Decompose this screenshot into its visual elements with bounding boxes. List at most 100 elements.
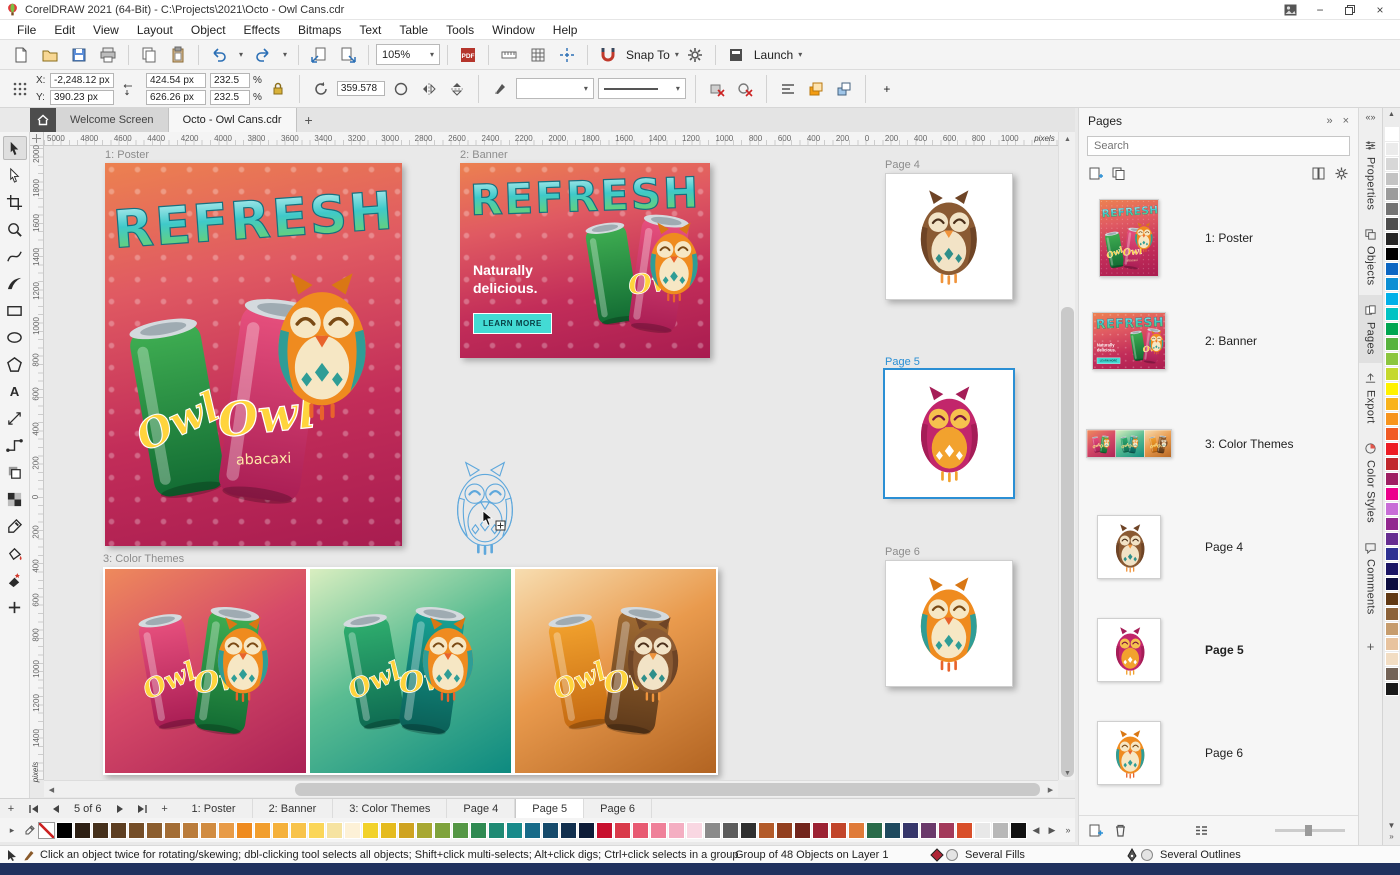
color-swatch[interactable] xyxy=(1384,607,1399,621)
color-swatch[interactable] xyxy=(326,821,343,839)
open-document-button[interactable] xyxy=(37,43,63,67)
line-style-select[interactable]: ▾ xyxy=(597,78,686,99)
add-page-after-button[interactable]: + xyxy=(154,799,176,818)
color-swatch[interactable] xyxy=(560,821,577,839)
color-swatch[interactable] xyxy=(344,821,361,839)
color-swatch[interactable] xyxy=(182,821,199,839)
color-swatch[interactable] xyxy=(452,821,469,839)
docker-tab-comments[interactable]: Comments xyxy=(1359,532,1382,624)
palette-expand[interactable]: » xyxy=(1060,820,1076,840)
learn-more-button[interactable]: LEARN MORE xyxy=(1096,357,1121,364)
remove-outline-button[interactable] xyxy=(733,78,757,100)
color-swatch[interactable] xyxy=(974,821,991,839)
delete-page-icon[interactable] xyxy=(1113,823,1128,838)
print-button[interactable] xyxy=(95,43,121,67)
docker-flyout-icon[interactable]: » xyxy=(1326,115,1332,127)
page-tab-3-color-themes[interactable]: 3: Color Themes xyxy=(333,799,448,818)
color-swatch[interactable] xyxy=(1384,457,1399,471)
pages-list-item[interactable]: Page 4 xyxy=(1079,495,1358,598)
color-swatch[interactable] xyxy=(1384,472,1399,486)
close-button[interactable]: × xyxy=(1366,1,1394,19)
page-tab-page-4[interactable]: Page 4 xyxy=(447,799,516,818)
no-color-swatch[interactable] xyxy=(38,821,55,839)
pages-list-item[interactable]: REFRESHOwlNaturallydelicious.LEARN MORE2… xyxy=(1079,289,1358,392)
horizontal-scroll-thumb[interactable] xyxy=(295,783,1040,796)
pick-tool[interactable] xyxy=(2,136,27,160)
color-swatch[interactable] xyxy=(362,821,379,839)
color-swatch[interactable] xyxy=(1384,397,1399,411)
color-swatch[interactable] xyxy=(272,821,289,839)
remove-fill-button[interactable] xyxy=(705,78,729,100)
duplicate-page-icon[interactable] xyxy=(1111,166,1126,181)
color-swatch[interactable] xyxy=(92,821,109,839)
palette-scroll-up[interactable]: ▲ xyxy=(1388,111,1395,123)
color-swatch[interactable] xyxy=(902,821,919,839)
color-swatch[interactable] xyxy=(74,821,91,839)
transparency-tool[interactable] xyxy=(3,487,27,511)
next-page-button[interactable] xyxy=(110,799,132,818)
color-swatch[interactable] xyxy=(1384,622,1399,636)
export-button[interactable] xyxy=(335,43,361,67)
rectangle-tool[interactable] xyxy=(3,298,27,322)
ruler-origin[interactable] xyxy=(30,132,44,146)
color-swatch[interactable] xyxy=(812,821,829,839)
menu-object[interactable]: Object xyxy=(182,21,235,39)
color-swatch[interactable] xyxy=(830,821,847,839)
menu-text[interactable]: Text xyxy=(350,21,390,39)
color-swatch[interactable] xyxy=(614,821,631,839)
polygon-tool[interactable] xyxy=(3,352,27,376)
fill-status-icon[interactable] xyxy=(930,848,960,862)
shape-tool[interactable] xyxy=(3,163,27,187)
menu-bitmaps[interactable]: Bitmaps xyxy=(289,21,350,39)
color-swatch[interactable] xyxy=(1384,442,1399,456)
color-swatch[interactable] xyxy=(1384,277,1399,291)
color-swatch[interactable] xyxy=(1384,247,1399,261)
customize-property-bar-button[interactable]: + xyxy=(875,78,899,100)
color-swatch[interactable] xyxy=(740,821,757,839)
color-swatch[interactable] xyxy=(1384,412,1399,426)
color-swatch[interactable] xyxy=(1384,127,1399,141)
docker-tab-properties[interactable]: Properties xyxy=(1359,130,1382,219)
color-swatch[interactable] xyxy=(1384,667,1399,681)
palette-eyedropper-icon[interactable] xyxy=(21,820,37,840)
color-swatch[interactable] xyxy=(1384,682,1399,696)
menu-edit[interactable]: Edit xyxy=(45,21,84,39)
first-page-button[interactable] xyxy=(22,799,44,818)
color-swatch[interactable] xyxy=(686,821,703,839)
pages-settings-gear-icon[interactable] xyxy=(1334,166,1349,181)
last-page-button[interactable] xyxy=(132,799,154,818)
ellipse-tool[interactable] xyxy=(3,325,27,349)
dragged-owl-outline[interactable] xyxy=(448,456,522,558)
tab-welcome-screen[interactable]: Welcome Screen xyxy=(56,108,169,132)
workspace-icon[interactable] xyxy=(723,43,749,67)
menu-view[interactable]: View xyxy=(84,21,128,39)
outline-width-select[interactable]: ▾ xyxy=(515,78,594,99)
canvas-viewport[interactable]: 1: Poster REFRESH Owl Owl abacaxi 2: Banner… xyxy=(44,146,1058,780)
launch-dropdown[interactable]: ▾ xyxy=(798,50,802,59)
color-swatch[interactable] xyxy=(1384,292,1399,306)
artboard-banner[interactable]: REFRESHOwlNaturallydelicious.LEARN MORE xyxy=(460,163,710,358)
page-thumbnail[interactable]: OwlOwlOwlOwlOwlOwl xyxy=(1086,429,1172,458)
mirror-horizontal-button[interactable] xyxy=(417,78,441,100)
artistic-media-tool[interactable] xyxy=(3,271,27,295)
docker-close-icon[interactable]: × xyxy=(1343,115,1349,127)
color-swatch[interactable] xyxy=(578,821,595,839)
mirror-vertical-button[interactable] xyxy=(445,78,469,100)
vertical-scrollbar[interactable]: ▲ ▼ xyxy=(1058,132,1075,780)
interactive-fill-tool[interactable] xyxy=(3,541,27,565)
color-swatch[interactable] xyxy=(416,821,433,839)
show-ruler-toggle[interactable] xyxy=(496,43,522,67)
pages-list-item[interactable]: Page 6 xyxy=(1079,701,1358,804)
color-swatch[interactable] xyxy=(1384,202,1399,216)
color-swatch[interactable] xyxy=(1384,487,1399,501)
effects-button[interactable] xyxy=(804,78,828,100)
color-swatch[interactable] xyxy=(1384,172,1399,186)
color-swatch[interactable] xyxy=(1384,187,1399,201)
color-swatch[interactable] xyxy=(1010,821,1027,839)
color-swatch[interactable] xyxy=(1384,547,1399,561)
add-docker-button[interactable]: + xyxy=(1367,639,1375,654)
options-gear-icon[interactable] xyxy=(682,43,708,67)
color-swatch[interactable] xyxy=(506,821,523,839)
color-swatch[interactable] xyxy=(722,821,739,839)
home-tab-icon[interactable] xyxy=(30,108,56,132)
